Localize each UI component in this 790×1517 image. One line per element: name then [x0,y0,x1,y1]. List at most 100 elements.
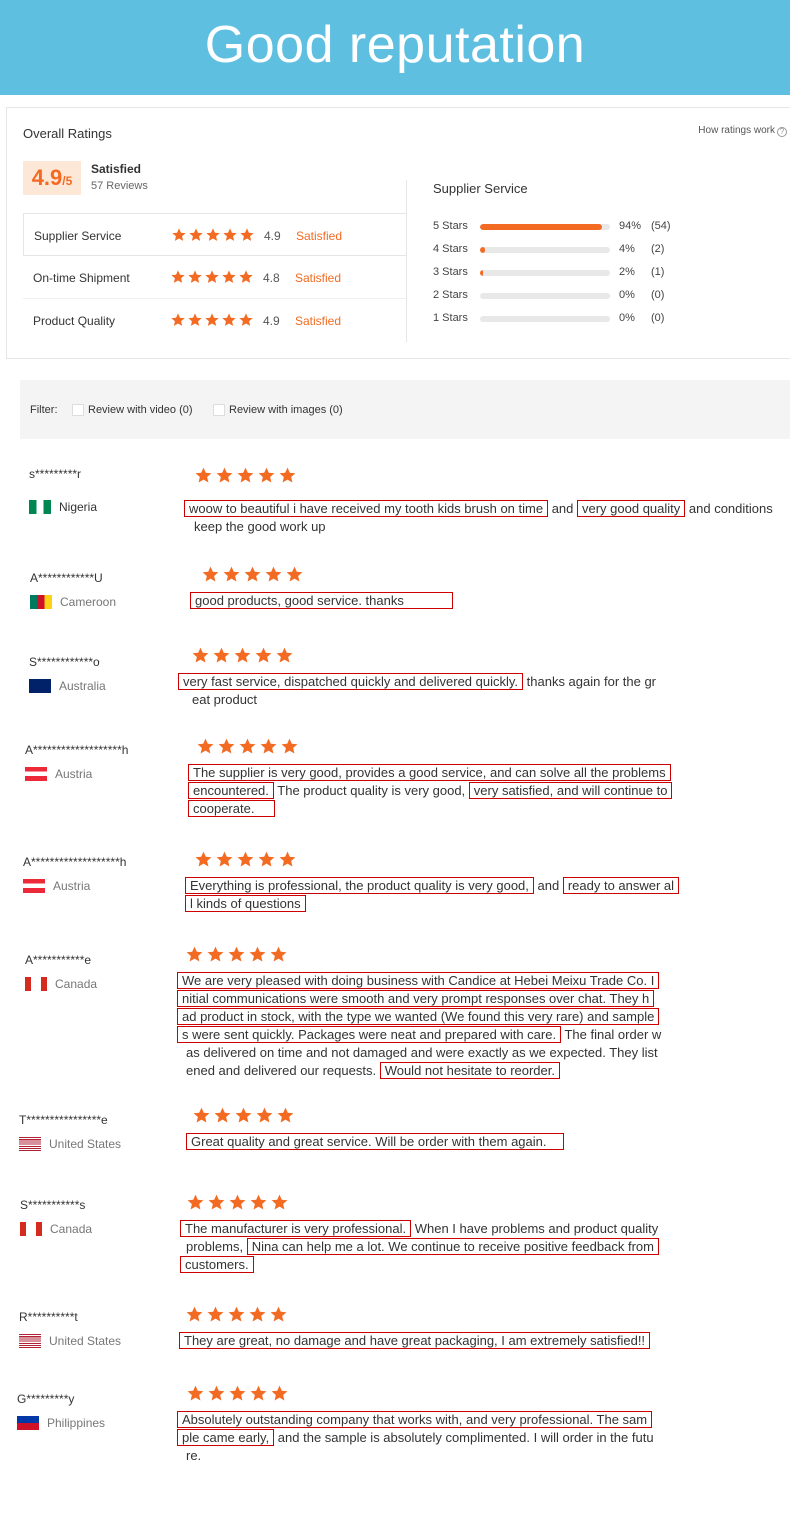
country-label: Cameroon [60,595,117,609]
metric-label: Product Quality [33,314,116,328]
highlighted-phrase: ready to answer al [562,877,680,894]
austria-flag-icon [23,879,45,893]
review-stars [186,1193,291,1217]
star-icon [271,1194,288,1210]
text-fragment: thanks again for the gr [523,674,657,689]
star-icon [197,738,214,754]
metric-status: Satisfied [295,271,342,285]
star-icon [270,1306,287,1322]
star-icon [279,851,296,867]
country-label: Canada [55,977,98,991]
reviewer-country: Canada [25,977,97,991]
star-icon [207,946,224,962]
star-icon [270,946,287,962]
distribution-fill [480,224,603,230]
metric-stars [170,312,255,333]
review-stars [186,1384,291,1408]
distribution-label: 3 Stars [433,266,468,278]
reviews-count: 57 Reviews [91,180,148,192]
distribution-label: 2 Stars [433,289,468,301]
metric-product-quality[interactable]: Product Quality 4.9 Satisfied [23,299,407,342]
distribution-percent: 94% [619,220,642,232]
reviewer-name: S***********s [20,1198,86,1212]
text-fragment: and conditions [685,501,773,516]
text-fragment: problems, [186,1239,247,1254]
star-icon [228,1306,245,1322]
filter-option-label: Review with video (0) [88,404,193,416]
how-ratings-work-link[interactable]: How ratings work? [698,125,787,137]
review-text: Everything is professional, the product … [185,877,745,913]
star-icon [207,1306,224,1322]
reviewer-country: United States [19,1334,121,1348]
star-icon [186,1306,203,1322]
star-icon [205,270,219,283]
reviewer-name: A*******************h [23,855,127,869]
overall-ratings-panel: Overall Ratings How ratings work? 4.9/5 … [6,107,790,359]
star-icon [237,467,254,483]
metric-supplier-service[interactable]: Supplier Service 4.9 Satisfied [23,213,407,256]
metric-stars [171,227,256,248]
reviewer-country: Australia [29,679,106,693]
distribution-bar [480,316,610,322]
star-icon [195,851,212,867]
star-icon [171,313,185,326]
checkbox[interactable] [213,404,225,416]
text-fragment: When I have problems and product quality [411,1221,659,1236]
star-icon [171,270,185,283]
nigeria-flag-icon [29,500,51,514]
reviewer-country: Austria [23,879,90,893]
highlighted-phrase: very fast service, dispatched quickly an… [178,673,524,690]
metric-score: 4.9 [264,229,281,243]
distribution-bar [480,224,610,230]
checkbox[interactable] [72,404,84,416]
star-icon [187,1385,204,1401]
star-icon [277,1107,294,1123]
star-icon [237,851,254,867]
united-states-flag-icon [19,1137,41,1151]
overall-status: Satisfied [91,162,142,176]
divider [406,180,407,342]
highlighted-phrase: very good quality [577,500,686,517]
review-text: The supplier is very good, provides a go… [188,764,748,818]
review-text: The manufacturer is very professional. W… [180,1220,740,1274]
reviewer-country: Cameroon [30,595,116,609]
distribution-count: (0) [651,312,665,324]
banner: Good reputation [0,0,790,95]
highlighted-phrase: Absolutely outstanding company that work… [177,1411,653,1428]
star-icon [265,566,282,582]
filter-review-with-images[interactable]: Review with images (0) [213,404,343,416]
review-text: very fast service, dispatched quickly an… [178,673,738,709]
star-icon [223,566,240,582]
star-icon [222,270,236,283]
metric-score: 4.9 [263,314,280,328]
reviewer-country: Nigeria [29,500,97,514]
filter-review-with-video[interactable]: Review with video (0) [72,404,193,416]
star-icon [255,647,272,663]
distribution-row-3: 3 Stars 2% (1) [433,264,773,287]
star-icon [172,228,186,241]
metric-on-time-shipment[interactable]: On-time Shipment 4.8 Satisfied [23,256,407,299]
country-label: Austria [53,879,91,893]
distribution-label: 5 Stars [433,220,468,232]
star-icon [205,313,219,326]
united-states-flag-icon [19,1334,41,1348]
highlighted-phrase: encountered. [188,782,274,799]
reviewer-name: s*********r [29,467,82,481]
star-icon [189,228,203,241]
filter-bar: Filter: Review with video (0) Review wit… [20,380,790,439]
review-stars [194,850,299,874]
review-stars [201,565,306,589]
star-icon [202,566,219,582]
star-icon [281,738,298,754]
star-icon [249,946,266,962]
star-icon [244,566,261,582]
highlighted-phrase: woow to beautiful i have received my too… [184,500,549,517]
star-icon [260,738,277,754]
highlighted-phrase: They are great, no damage and have great… [179,1332,651,1349]
star-icon [250,1194,267,1210]
highlighted-phrase: Everything is professional, the product … [185,877,534,894]
reviewer-country: Philippines [17,1416,105,1430]
star-icon [228,946,245,962]
page-title: Good reputation [204,15,586,74]
distribution-bar [480,270,610,276]
